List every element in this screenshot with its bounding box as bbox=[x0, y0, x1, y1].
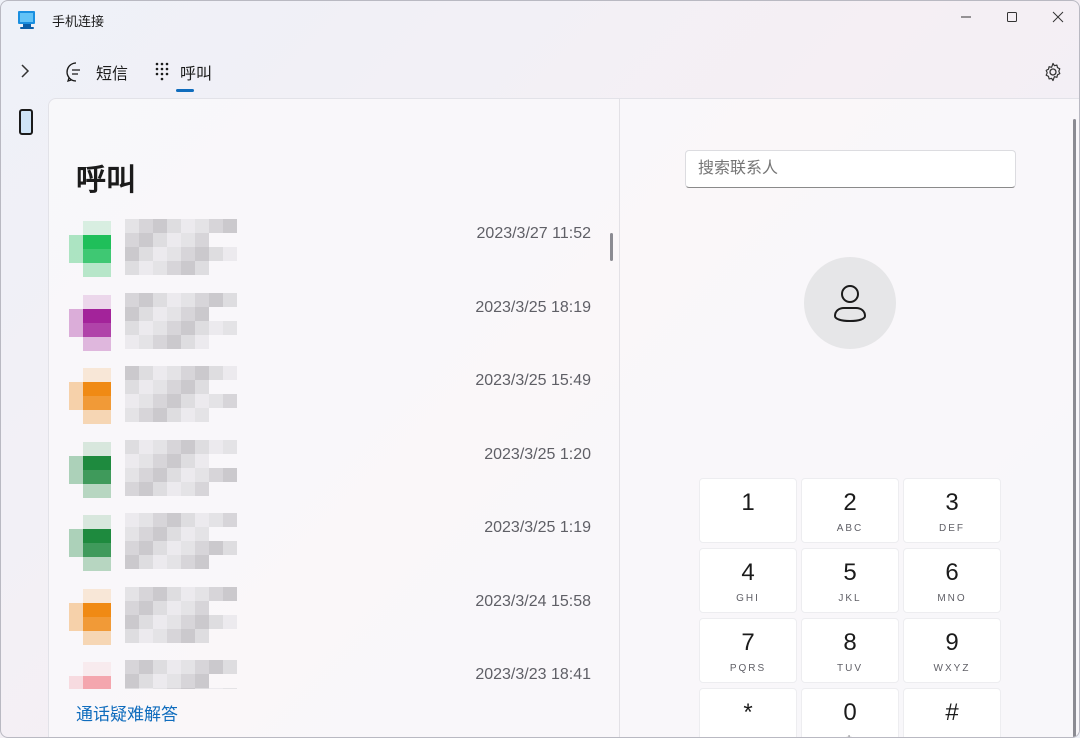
dialpad-letters: DEF bbox=[939, 523, 965, 534]
dialpad-key[interactable]: 2 ABC bbox=[801, 478, 899, 543]
call-timestamp: 2023/3/25 1:20 bbox=[484, 445, 591, 463]
dialpad-letters: GHI bbox=[736, 593, 760, 604]
settings-button[interactable] bbox=[1041, 60, 1065, 84]
dialpad-icon bbox=[155, 62, 169, 81]
dialpad-digit: * bbox=[743, 699, 753, 726]
chevron-right-icon bbox=[21, 64, 30, 78]
call-history-list: 2023/3/27 11:52 2023/3/25 18:19 2023/3/25 … bbox=[69, 219, 599, 689]
dialpad-digit: 6 bbox=[945, 559, 959, 586]
dialpad-key[interactable]: 5 JKL bbox=[801, 548, 899, 613]
dialpad-letters: ABC bbox=[836, 523, 864, 534]
dialpad-key[interactable]: 1 bbox=[699, 478, 797, 543]
selected-tab-indicator bbox=[176, 89, 194, 92]
call-troubleshoot-link[interactable]: 通话疑难解答 bbox=[76, 700, 178, 725]
dialpad-letters: MNO bbox=[937, 593, 967, 604]
page-title: 呼叫 bbox=[76, 164, 136, 197]
dialpad-digit: 4 bbox=[741, 559, 755, 586]
close-button[interactable] bbox=[1035, 1, 1079, 33]
call-timestamp: 2023/3/25 18:19 bbox=[475, 298, 591, 316]
dialpad-key[interactable]: # bbox=[903, 688, 1001, 737]
contact-avatar-pixelated bbox=[69, 221, 111, 277]
dialpad-key[interactable]: 3 DEF bbox=[903, 478, 1001, 543]
pane-divider bbox=[619, 99, 620, 737]
dialpad-digit: # bbox=[945, 699, 959, 726]
contact-avatar-pixelated bbox=[69, 662, 111, 689]
dialpad-letters: WXYZ bbox=[933, 663, 971, 674]
dialpad-letters: + bbox=[846, 733, 854, 737]
gear-icon bbox=[1045, 62, 1061, 82]
call-timestamp: 2023/3/25 15:49 bbox=[475, 372, 591, 389]
dialpad-digit: 3 bbox=[945, 489, 959, 516]
dialpad-letters: JKL bbox=[838, 593, 862, 604]
dialpad-digit: 2 bbox=[843, 489, 857, 516]
search-contacts-input[interactable] bbox=[685, 150, 1016, 188]
dialpad-digit: 0 bbox=[843, 699, 857, 726]
call-list-item[interactable]: 2023/3/24 15:58 bbox=[69, 586, 599, 647]
tab-calls-label: 呼叫 bbox=[180, 66, 213, 83]
phone-device-icon[interactable] bbox=[19, 109, 33, 135]
dialpad-key[interactable]: 4 GHI bbox=[699, 548, 797, 613]
redacted-contact-name bbox=[125, 292, 237, 349]
redacted-contact-name bbox=[125, 219, 237, 275]
call-timestamp: 2023/3/25 1:19 bbox=[484, 519, 591, 536]
maximize-icon bbox=[1007, 12, 1017, 22]
dialpad-key[interactable]: 6 MNO bbox=[903, 548, 1001, 613]
person-icon bbox=[833, 285, 867, 323]
dialpad-digit: 7 bbox=[741, 629, 755, 656]
window-title: 手机连接 bbox=[52, 14, 105, 29]
call-list-item[interactable]: 2023/3/25 1:20 bbox=[69, 439, 599, 500]
dialpad-letters: PQRS bbox=[729, 663, 767, 674]
call-list-item[interactable]: 2023/3/25 15:49 bbox=[69, 366, 599, 426]
redacted-contact-name bbox=[125, 439, 237, 496]
call-timestamp: 2023/3/27 11:52 bbox=[476, 225, 591, 242]
dialpad-key[interactable]: 8 TUV bbox=[801, 618, 899, 683]
redacted-contact-name bbox=[125, 366, 237, 422]
contact-avatar-pixelated bbox=[69, 515, 111, 571]
calls-panel: 呼叫 2023/3/27 11:52 2023/3/25 18:19 2023/3/… bbox=[48, 98, 1079, 737]
dialer-scrollbar[interactable] bbox=[1073, 119, 1076, 737]
phone-link-app-icon bbox=[18, 11, 35, 29]
contact-avatar bbox=[804, 257, 896, 349]
redacted-contact-name bbox=[125, 586, 237, 643]
tab-calls[interactable]: 呼叫 bbox=[155, 57, 212, 87]
dialpad-key[interactable]: 0+ bbox=[801, 688, 899, 737]
redacted-contact-name bbox=[125, 513, 237, 569]
call-list-item[interactable]: 2023/3/23 18:41 bbox=[69, 660, 599, 689]
call-timestamp: 2023/3/23 18:41 bbox=[475, 666, 591, 683]
contact-avatar-pixelated bbox=[69, 441, 111, 498]
maximize-button[interactable] bbox=[989, 1, 1035, 33]
minimize-button[interactable] bbox=[943, 1, 989, 33]
tab-messages[interactable]: 短信 bbox=[65, 57, 128, 87]
call-list-item[interactable]: 2023/3/25 18:19 bbox=[69, 292, 599, 353]
expand-nav-button[interactable] bbox=[13, 59, 37, 83]
chat-icon bbox=[66, 62, 80, 82]
call-list-scrollbar[interactable] bbox=[610, 233, 613, 261]
dialpad-letters: TUV bbox=[837, 663, 863, 674]
dialpad-key[interactable]: 7 PQRS bbox=[699, 618, 797, 683]
minimize-icon bbox=[961, 16, 971, 18]
call-list-item[interactable]: 2023/3/25 1:19 bbox=[69, 513, 599, 573]
dialpad-digit: 9 bbox=[945, 629, 959, 656]
dialpad-key[interactable]: 9 WXYZ bbox=[903, 618, 1001, 683]
call-timestamp: 2023/3/24 15:58 bbox=[475, 592, 591, 610]
tab-messages-label: 短信 bbox=[96, 66, 129, 83]
contact-avatar-pixelated bbox=[69, 368, 111, 424]
redacted-contact-name bbox=[125, 660, 237, 689]
contact-avatar-pixelated bbox=[69, 294, 111, 351]
contact-avatar-pixelated bbox=[69, 588, 111, 645]
close-icon bbox=[1052, 11, 1064, 23]
phone-link-window: 手机连接 短信 呼叫 呼叫 2023/3/27 11:52 2023/3/25 … bbox=[0, 0, 1080, 738]
dialpad-digit: 5 bbox=[843, 559, 857, 586]
title-bar: 手机连接 bbox=[1, 1, 1079, 37]
dialpad-digit: 8 bbox=[843, 629, 857, 656]
dialpad-key[interactable]: * bbox=[699, 688, 797, 737]
dialpad-digit: 1 bbox=[741, 489, 755, 516]
call-list-item[interactable]: 2023/3/27 11:52 bbox=[69, 219, 599, 279]
